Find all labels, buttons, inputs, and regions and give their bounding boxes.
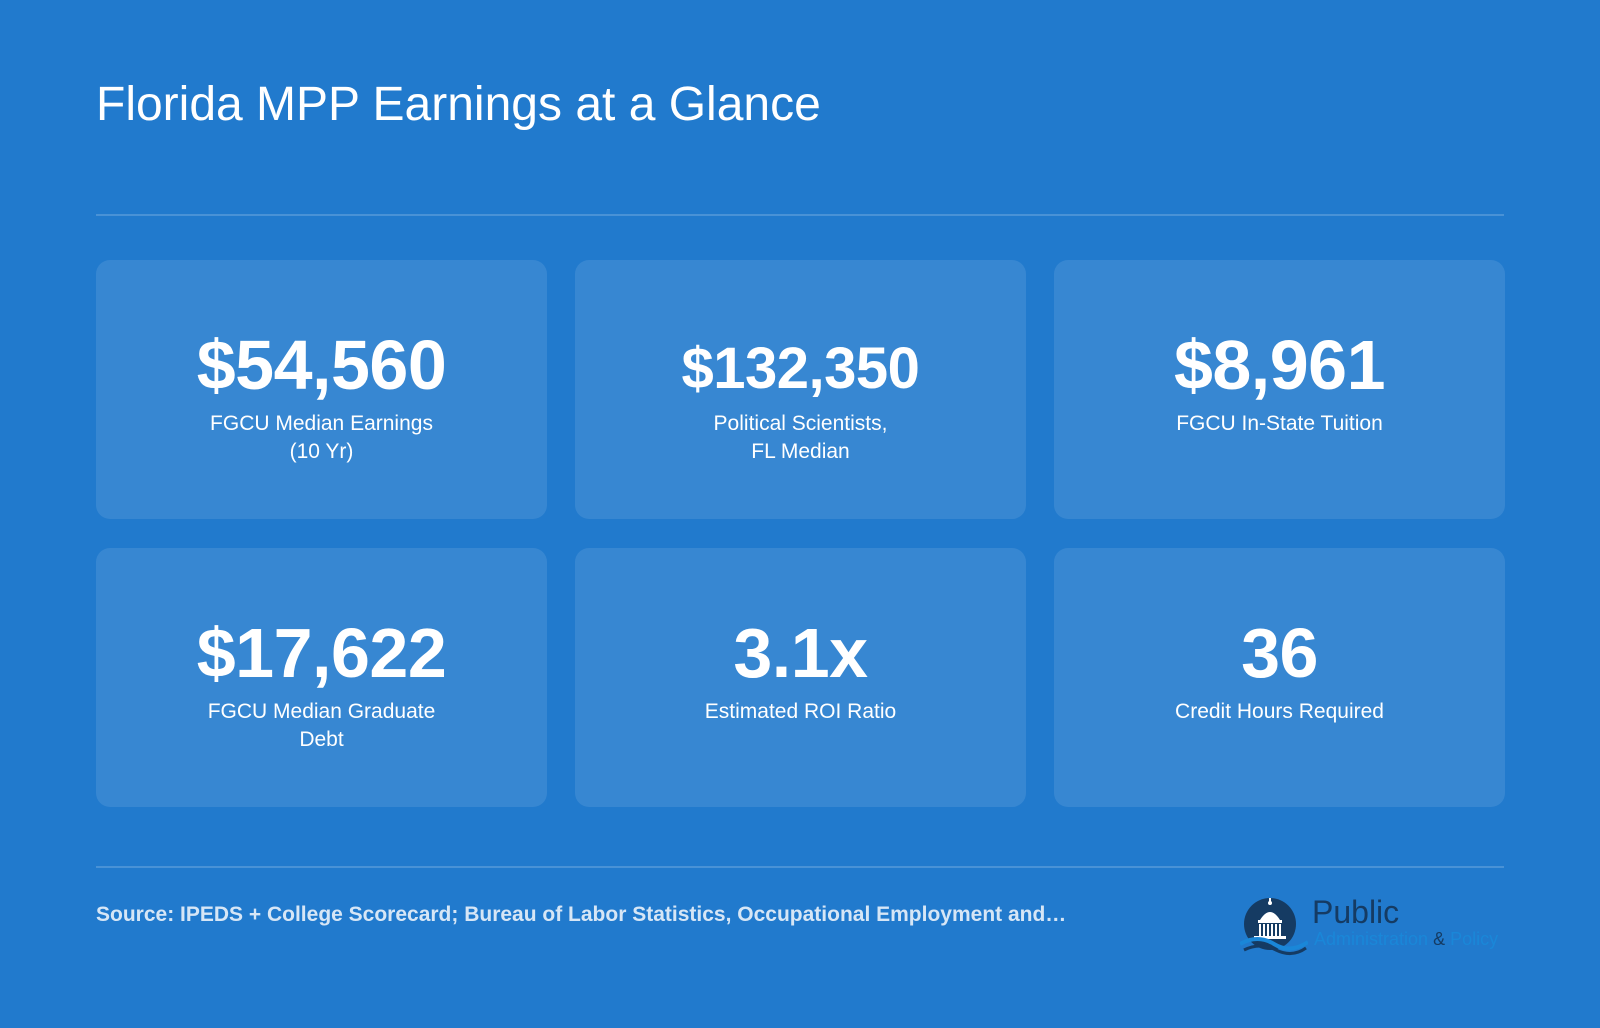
top-divider [96,214,1504,216]
stat-label: FGCU Median Earnings (10 Yr) [156,410,487,466]
logo-tagline: Administration & Policy [1314,926,1498,952]
stat-label-line: FGCU Median Graduate [207,700,436,723]
stat-label: Credit Hours Required [1114,698,1445,726]
stat-label: FGCU Median Graduate Debt [156,698,487,754]
stat-label-line: Estimated ROI Ratio [704,700,897,723]
stat-label: Political Scientists, FL Median [635,410,966,466]
stats-grid: $54,560 FGCU Median Earnings (10 Yr) $13… [96,260,1505,807]
brand-logo: Public Administration & Policy [1240,894,1500,964]
stat-label-line: Credit Hours Required [1175,700,1384,723]
stat-label-line: Debt [299,728,344,751]
stat-label: FGCU In-State Tuition [1114,410,1445,438]
stat-card-graduate-debt: $17,622 FGCU Median Graduate Debt [96,548,547,807]
stat-card-median-earnings: $54,560 FGCU Median Earnings (10 Yr) [96,260,547,519]
stat-card-in-state-tuition: $8,961 FGCU In-State Tuition [1054,260,1505,519]
page-title: Florida MPP Earnings at a Glance [96,78,821,131]
source-note: Source: IPEDS + College Scorecard; Burea… [96,903,1067,926]
stat-label-line: FGCU In-State Tuition [1176,412,1383,435]
stat-value: 36 [1241,614,1318,692]
bottom-divider [96,866,1504,868]
stat-value: $132,350 [681,336,920,401]
stat-label-line: FGCU Median Earnings [210,412,433,435]
logo-tagline-amp: & [1433,929,1446,949]
stat-value: $8,961 [1173,326,1386,404]
stat-card-political-scientists: $132,350 Political Scientists, FL Median [575,260,1026,519]
stat-card-roi-ratio: 3.1x Estimated ROI Ratio [575,548,1026,807]
stat-label: Estimated ROI Ratio [635,698,966,726]
logo-tagline-left: Administration [1314,929,1429,949]
stat-label-line: FL Median [751,440,850,463]
stat-label-line: (10 Yr) [289,440,354,463]
logo-wordmark: Public [1312,894,1400,930]
stat-value: $17,622 [196,614,447,692]
logo-tagline-right: Policy [1450,929,1499,949]
stat-card-credit-hours: 36 Credit Hours Required [1054,548,1505,807]
capitol-dome-icon [1240,898,1308,955]
stat-value: 3.1x [733,614,868,692]
stat-value: $54,560 [196,326,447,404]
stat-label-line: Political Scientists, [713,412,888,435]
